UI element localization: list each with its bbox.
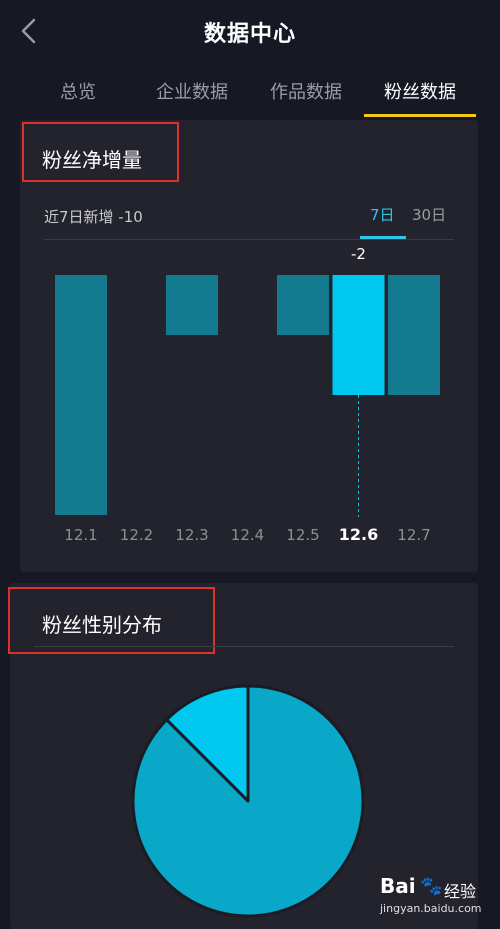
x-tick-label: 12.7	[397, 526, 430, 544]
bar-12.3[interactable]	[166, 275, 218, 335]
bar-12.6[interactable]	[332, 275, 385, 395]
x-tick-label: 12.3	[175, 526, 208, 544]
tab-overview[interactable]: 总览	[40, 78, 116, 118]
tab-fans-data[interactable]: 粉丝数据	[370, 78, 470, 118]
tab-bar: 总览 企业数据 作品数据 粉丝数据	[0, 68, 500, 118]
bar-12.5[interactable]	[277, 275, 329, 335]
x-tick-label: 12.4	[231, 526, 264, 544]
paw-icon: 🐾	[420, 876, 443, 897]
net-gain-bar-chart[interactable]: 12.1 12.2 12.3 12.4 12.5 12.6 -2 12.7	[20, 120, 478, 572]
watermark-jingyan: 经验	[444, 882, 477, 901]
bar-12.7[interactable]	[388, 275, 440, 395]
x-tick-label: 12.2	[120, 526, 153, 544]
page-title: 数据中心	[203, 22, 296, 47]
tab-works-data[interactable]: 作品数据	[256, 78, 356, 118]
selected-value-label: -2	[351, 245, 366, 263]
active-tab-indicator	[364, 114, 476, 117]
baidu-jingyan-watermark: Bai 🐾 经验 jingyan.baidu.com	[380, 874, 490, 922]
watermark-logo: Bai	[380, 874, 416, 898]
net-gain-card: 粉丝净增量 近7日新增 -10 7日 30日 12.1 12.2 12.3 12.4 1…	[20, 120, 478, 572]
x-tick-label: 12.6	[339, 525, 378, 544]
watermark-url: jingyan.baidu.com	[380, 902, 482, 915]
app-screen: 数据中心 总览 企业数据 作品数据 粉丝数据 粉丝净增量 近7日新增 -10 7…	[0, 0, 500, 929]
tab-enterprise-data[interactable]: 企业数据	[142, 78, 242, 118]
header: 数据中心	[0, 0, 500, 62]
bar-12.1[interactable]	[55, 275, 107, 515]
x-tick-label: 12.5	[286, 526, 319, 544]
x-tick-label: 12.1	[64, 526, 97, 544]
